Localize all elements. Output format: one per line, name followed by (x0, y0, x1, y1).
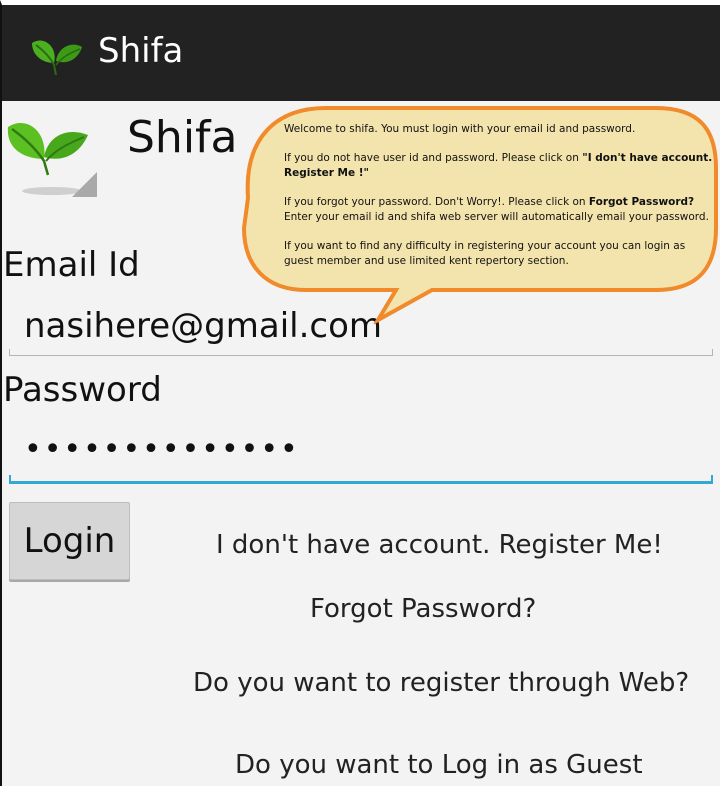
callout-welcome: Welcome to shifa. You must login with yo… (284, 123, 636, 135)
leaf-icon[interactable] (28, 33, 84, 77)
email-field-underline (9, 349, 713, 356)
login-button[interactable]: Login (9, 502, 130, 580)
email-label: Email Id (3, 245, 140, 285)
action-bar: Shifa (0, 5, 720, 101)
app-title: Shifa (98, 31, 184, 71)
password-label: Password (3, 370, 162, 410)
corner-indicator (72, 172, 97, 197)
password-field-underline (9, 475, 713, 484)
register-link[interactable]: I don't have account. Register Me! (216, 530, 663, 560)
callout-register-hint: If you do not have user id and password.… (284, 152, 713, 179)
forgot-password-link[interactable]: Forgot Password? (310, 594, 536, 624)
callout-forgot-hint: If you forgot your password. Don't Worry… (284, 196, 709, 223)
help-callout-text: Welcome to shifa. You must login with yo… (284, 122, 716, 283)
guest-login-link[interactable]: Do you want to Log in as Guest (235, 750, 643, 780)
password-field[interactable]: •••••••••••••• (24, 432, 300, 467)
page-title: Shifa (127, 112, 238, 163)
callout-guest-hint: If you want to find any difficulty in re… (284, 240, 686, 267)
register-web-link[interactable]: Do you want to register through Web? (193, 668, 689, 698)
